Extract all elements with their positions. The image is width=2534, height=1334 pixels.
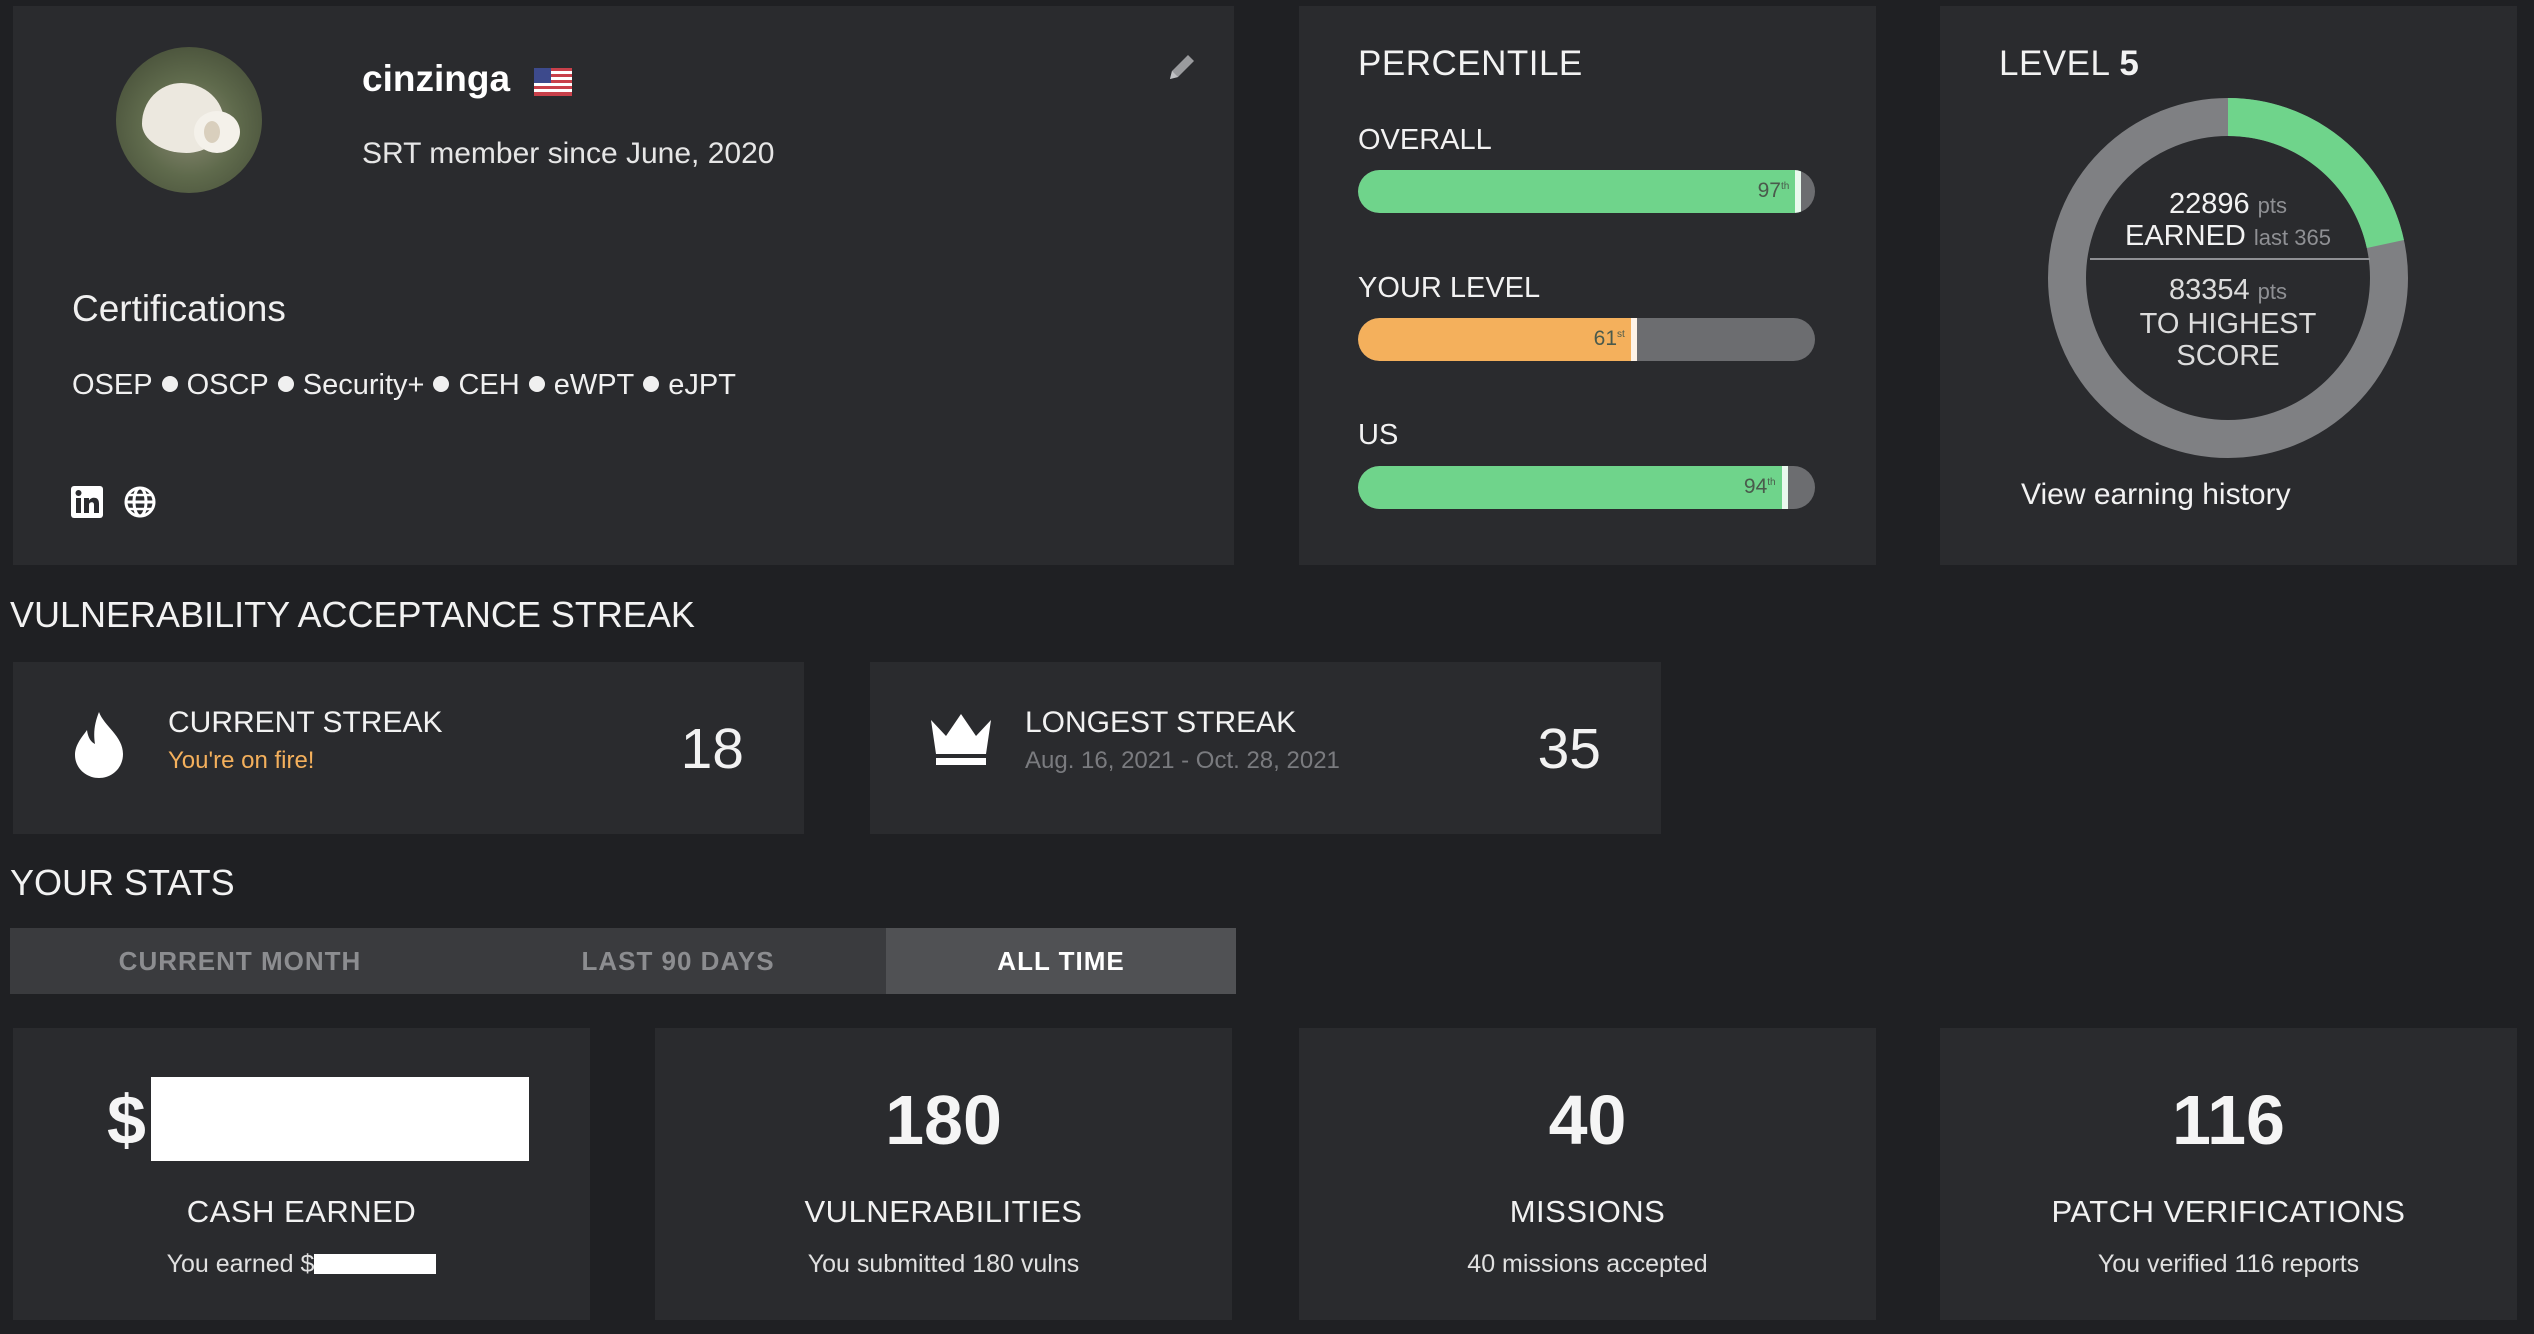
level-card: LEVEL 5 22896 pts EARNED last 365 83354 … — [1940, 6, 2517, 565]
ring-divider — [2090, 258, 2370, 260]
percentile-card: PERCENTILE OVERALL 97th YOUR LEVEL 61st … — [1299, 6, 1876, 565]
bullet-icon — [433, 376, 450, 392]
cert-item: eWPT — [553, 369, 635, 401]
bullet-icon — [643, 376, 660, 392]
bullet-icon — [277, 376, 294, 392]
us-flag-icon — [534, 68, 572, 101]
stats-period-tabs: CURRENT MONTH LAST 90 DAYS ALL TIME — [10, 928, 1236, 994]
earned-label: EARNED last 365 — [2125, 220, 2331, 252]
current-streak-label: CURRENT STREAK — [168, 706, 443, 739]
linkedin-icon[interactable] — [70, 485, 104, 524]
view-earning-history-link[interactable]: View earning history — [2021, 478, 2291, 512]
redacted-cash-value — [151, 1077, 529, 1161]
missions-subtitle: 40 missions accepted — [1467, 1250, 1708, 1278]
overall-label: OVERALL — [1358, 124, 1492, 156]
cash-earned-label: CASH EARNED — [186, 1194, 417, 1229]
current-streak-subtitle: You're on fire! — [168, 747, 315, 774]
profile-card: cinzinga SRT member since June, 2020 Cer… — [13, 6, 1234, 565]
missions-label: MISSIONS — [1509, 1194, 1666, 1229]
your-level-label: YOUR LEVEL — [1358, 272, 1541, 304]
cash-earned-card: $ CASH EARNED You earned $ — [13, 1028, 590, 1320]
cash-currency: $ — [107, 1081, 146, 1159]
current-streak-value: 18 — [680, 717, 744, 781]
overall-bar: 97th — [1358, 170, 1815, 213]
longest-streak-dates: Aug. 16, 2021 - Oct. 28, 2021 — [1025, 747, 1340, 774]
avatar-dog-ear — [204, 121, 220, 143]
tab-current-month[interactable]: CURRENT MONTH — [10, 928, 470, 994]
tab-all-time[interactable]: ALL TIME — [886, 928, 1236, 994]
earned-points: 22896 pts — [2168, 188, 2288, 220]
longest-streak-value: 35 — [1537, 717, 1601, 781]
us-label: US — [1358, 419, 1399, 451]
patch-verifications-value: 116 — [2172, 1081, 2285, 1159]
longest-streak-card: LONGEST STREAK Aug. 16, 2021 - Oct. 28, … — [870, 662, 1661, 834]
certifications-list: OSEP OSCP Security+ CEH eWPT eJPT — [72, 369, 736, 402]
redacted-cash-small — [314, 1254, 437, 1274]
overall-value: 97th — [1757, 179, 1790, 202]
your-level-value: 61st — [1593, 327, 1625, 350]
cert-item: eJPT — [668, 369, 736, 401]
fire-icon — [71, 710, 127, 785]
stats-section-title: YOUR STATS — [10, 862, 235, 903]
bullet-icon — [528, 376, 545, 392]
member-since: SRT member since June, 2020 — [362, 137, 775, 170]
cert-item: OSCP — [186, 369, 269, 401]
to-highest-points: 83354 pts — [2168, 274, 2288, 306]
cert-item: CEH — [458, 369, 520, 401]
vulnerabilities-label: VULNERABILITIES — [804, 1194, 1083, 1229]
bullet-icon — [161, 376, 178, 392]
tab-last-90-days[interactable]: LAST 90 DAYS — [470, 928, 886, 994]
vulnerabilities-subtitle: You submitted 180 vulns — [807, 1250, 1080, 1278]
username: cinzinga — [362, 58, 511, 99]
us-bar-fill — [1358, 466, 1788, 509]
vulnerabilities-value: 180 — [885, 1081, 1002, 1159]
percentile-title: PERCENTILE — [1358, 44, 1583, 83]
crown-icon — [928, 710, 994, 771]
longest-streak-label: LONGEST STREAK — [1025, 706, 1297, 739]
certifications-title: Certifications — [72, 288, 286, 329]
streak-section-title: VULNERABILITY ACCEPTANCE STREAK — [10, 594, 695, 635]
patch-verifications-label: PATCH VERIFICATIONS — [2051, 1194, 2406, 1229]
us-value: 94th — [1743, 475, 1776, 498]
overall-bar-fill — [1358, 170, 1802, 213]
pencil-icon — [1170, 55, 1194, 79]
edit-profile-button[interactable] — [1165, 50, 1199, 89]
patch-verifications-card: 116 PATCH VERIFICATIONS You verified 116… — [1940, 1028, 2517, 1320]
your-level-bar: 61st — [1358, 318, 1815, 361]
cert-item: OSEP — [72, 369, 153, 401]
missions-card: 40 MISSIONS 40 missions accepted — [1299, 1028, 1876, 1320]
current-streak-card: CURRENT STREAK You're on fire! 18 — [13, 662, 804, 834]
missions-value: 40 — [1548, 1081, 1627, 1159]
patch-verifications-subtitle: You verified 116 reports — [2097, 1250, 2360, 1278]
globe-icon[interactable] — [123, 485, 157, 524]
avatar[interactable] — [116, 47, 262, 193]
level-title: LEVEL 5 — [1999, 44, 2140, 83]
level-number: 5 — [2119, 44, 2140, 83]
vulnerabilities-card: 180 VULNERABILITIES You submitted 180 vu… — [655, 1028, 1232, 1320]
cash-earned-subtitle: You earned $ — [13, 1250, 590, 1279]
cert-item: Security+ — [302, 369, 425, 401]
to-highest-label: TO HIGHEST SCORE — [2139, 308, 2317, 372]
us-bar: 94th — [1358, 466, 1815, 509]
